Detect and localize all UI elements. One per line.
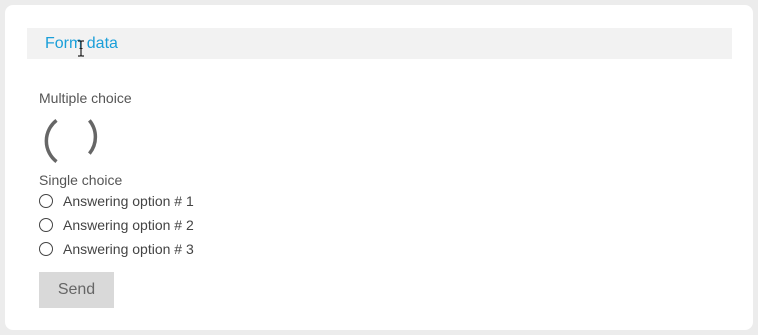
single-choice-label: Single choice: [39, 172, 123, 188]
send-button[interactable]: Send: [39, 272, 114, 308]
radio-button[interactable]: [39, 194, 53, 208]
radio-option-2[interactable]: Answering option # 2: [39, 215, 194, 235]
radio-option-label: Answering option # 1: [63, 193, 194, 209]
radio-option-3[interactable]: Answering option # 3: [39, 239, 194, 259]
form-header: Form data: [27, 28, 732, 59]
radio-button[interactable]: [39, 218, 53, 232]
radio-option-1[interactable]: Answering option # 1: [39, 191, 194, 211]
form-card: Form data Multiple choice Single choice …: [5, 5, 753, 330]
multiple-choice-label: Multiple choice: [39, 90, 132, 106]
radio-button[interactable]: [39, 242, 53, 256]
radio-option-label: Answering option # 2: [63, 217, 194, 233]
radio-option-label: Answering option # 3: [63, 241, 194, 257]
text-cursor-icon: [78, 40, 84, 57]
loading-spinner-icon: [44, 119, 98, 163]
